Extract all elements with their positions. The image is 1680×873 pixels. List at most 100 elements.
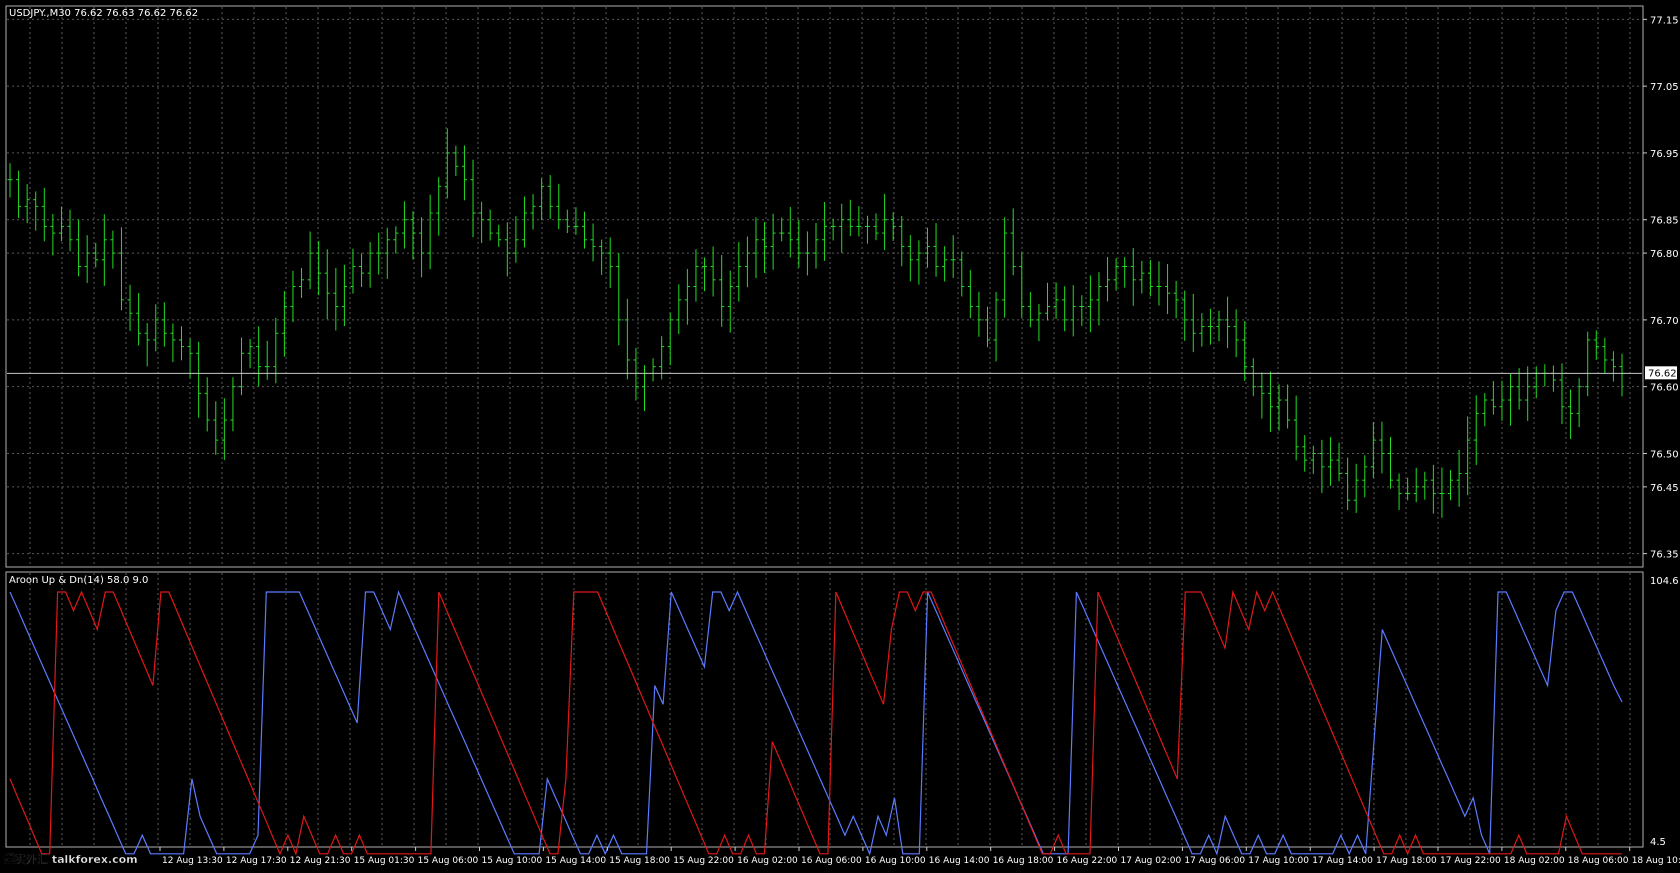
ohlc-bar (1199, 313, 1205, 347)
x-tick-label: 16 Aug 10:00 (865, 856, 926, 866)
x-tick-label: 17 Aug 22:00 (1440, 856, 1501, 866)
x-tick-label: 12 Aug 17:30 (226, 856, 287, 866)
y-tick-label: 76.85 (1650, 216, 1679, 227)
x-tick-label: 15 Aug 10:00 (482, 856, 543, 866)
ohlc-bar (864, 215, 870, 244)
ohlc-bar (1045, 282, 1051, 321)
ohlc-bar (1422, 471, 1428, 500)
ohlc-bar (1516, 368, 1522, 410)
price-pane-header: USDJPY.,M30 76.62 76.63 76.62 76.62 (9, 8, 198, 19)
ohlc-bar (24, 184, 30, 224)
ohlc-bar (161, 302, 167, 347)
ohlc-bar (1019, 251, 1025, 318)
ohlc-bar (813, 223, 819, 269)
ohlc-bar (684, 269, 690, 325)
ohlc-bar (513, 216, 519, 263)
ohlc-bar (307, 231, 313, 290)
x-tick-label: 18 Aug 06:00 (1568, 856, 1629, 866)
ohlc-bar (1319, 439, 1325, 494)
ohlc-bar (882, 193, 888, 251)
ohlc-bar (899, 216, 905, 267)
ohlc-bar (487, 209, 493, 241)
x-tick-label: 16 Aug 06:00 (801, 856, 862, 866)
ohlc-bar (779, 217, 785, 242)
ohlc-bar (1190, 293, 1196, 353)
ohlc-bar (1147, 260, 1153, 297)
trading-chart[interactable]: 76.35 76.45 76.50 76.60 76.70 76.80 76.85 76.95… (0, 0, 1680, 869)
x-tick-label: 15 Aug 01:30 (354, 856, 415, 866)
ohlc-bar (1036, 303, 1042, 342)
ohlc-bar (410, 211, 416, 260)
ohlc-bar (890, 212, 896, 241)
ohlc-bar (1105, 257, 1111, 302)
ohlc-bar (1465, 416, 1471, 496)
ohlc-bar (1568, 389, 1574, 439)
aroon-down-line (9, 589, 1622, 856)
ohlc-bar (401, 201, 407, 249)
ohlc-bar (1379, 421, 1385, 474)
ohlc-bar (170, 323, 176, 363)
ohlc-bar (624, 298, 630, 380)
x-tick-label: 12 Aug 13:30 (162, 856, 223, 866)
ohlc-bar (376, 232, 382, 275)
ohlc-bar (290, 270, 296, 323)
ohlc-bar (1456, 449, 1462, 507)
ohlc-bar (67, 209, 73, 252)
ohlc-bar (564, 209, 570, 234)
ohlc-bar (804, 231, 810, 276)
ohlc-bar (950, 235, 956, 278)
ohlc-bar (247, 338, 253, 369)
current-price-label: 76.62 (1648, 368, 1677, 379)
ohlc-bar (1430, 464, 1436, 514)
ohlc-bar (744, 236, 750, 288)
y-tick-label: 76.80 (1650, 249, 1679, 260)
ohlc-bar (1165, 263, 1171, 315)
y-tick-label: 76.70 (1650, 316, 1679, 327)
ohlc-bar (796, 220, 802, 268)
ohlc-bar (393, 226, 399, 254)
ohlc-bar (1267, 371, 1273, 432)
ohlc-bar (84, 235, 90, 283)
price-bars (7, 128, 1625, 518)
ohlc-bar (178, 326, 184, 361)
price-pane[interactable] (5, 5, 1644, 568)
ohlc-bar (1576, 378, 1582, 428)
ohlc-bar (976, 291, 982, 337)
ohlc-bar (1233, 309, 1239, 358)
ohlc-bar (1002, 217, 1008, 318)
ohlc-bar (1619, 353, 1625, 397)
ohlc-bar (58, 206, 64, 242)
ohlc-bar (590, 223, 596, 262)
ohlc-bar (539, 178, 545, 221)
ohlc-bar (1070, 285, 1076, 337)
x-tick-label: 15 Aug 22:00 (673, 856, 734, 866)
ohlc-bar (50, 214, 56, 256)
ohlc-bar (642, 365, 648, 412)
ohlc-bar (556, 183, 562, 230)
ohlc-bar (873, 213, 879, 241)
ohlc-bar (1490, 381, 1496, 415)
indicator-pane[interactable] (5, 571, 1644, 848)
ohlc-bar (727, 270, 733, 333)
ohlc-bar (719, 254, 725, 327)
grid (7, 7, 1642, 846)
ohlc-bar (967, 270, 973, 319)
ohlc-bar (530, 194, 536, 230)
x-tick-label: 16 Aug 18:00 (993, 856, 1054, 866)
ohlc-bar (204, 377, 210, 432)
y-tick-label: 77.15 (1650, 15, 1679, 26)
ohlc-bar (101, 214, 107, 286)
ohlc-bar (1542, 364, 1548, 387)
ohlc-bar (316, 241, 322, 296)
ohlc-bar (1345, 457, 1351, 511)
ohlc-bar (367, 242, 373, 288)
ohlc-bar (264, 340, 270, 380)
ohlc-bar (984, 306, 990, 348)
ohlc-bar (1250, 358, 1256, 397)
ohlc-bar (453, 145, 459, 177)
ohlc-bar (667, 312, 673, 366)
ohlc-bar (693, 249, 699, 302)
ohlc-bar (1396, 473, 1402, 510)
ohlc-bar (573, 207, 579, 235)
x-tick-label: 18 Aug 10:00 (1632, 856, 1680, 866)
